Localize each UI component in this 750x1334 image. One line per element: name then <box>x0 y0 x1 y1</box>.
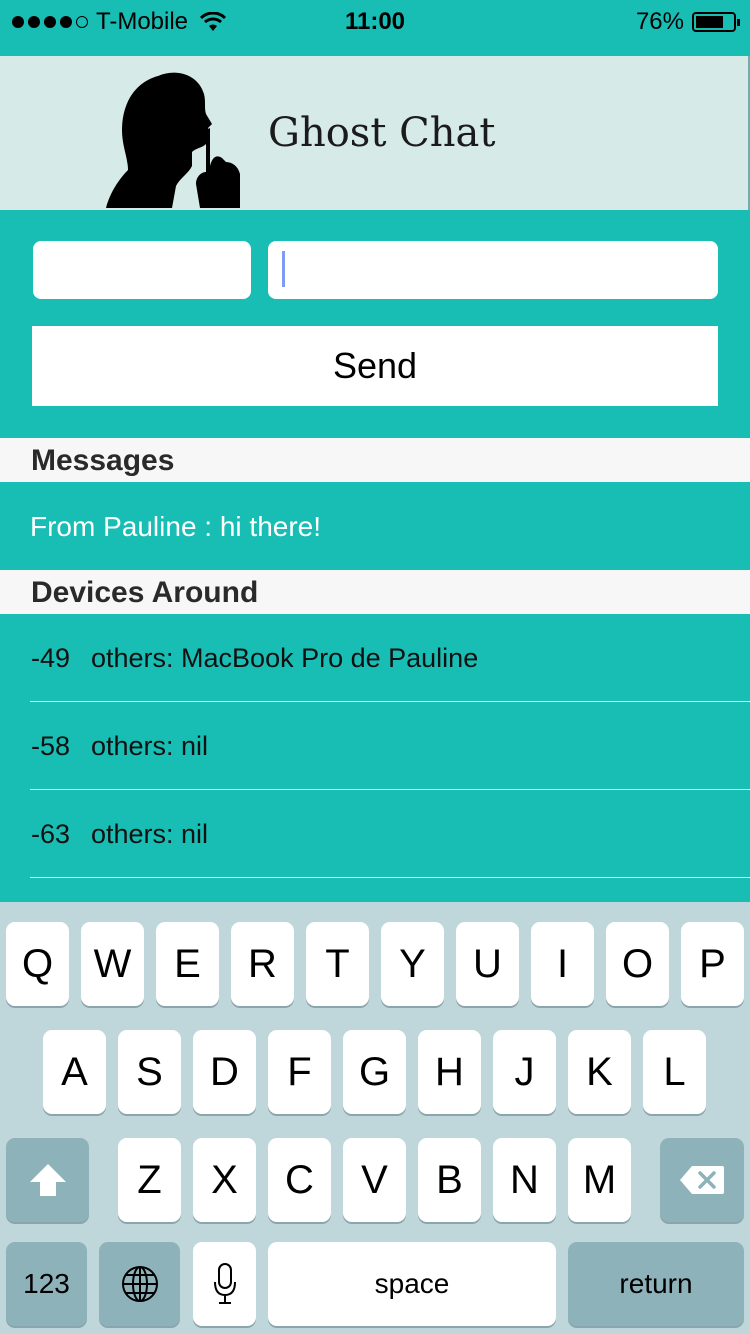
microphone-icon <box>213 1263 236 1304</box>
key-g[interactable]: G <box>343 1030 406 1114</box>
key-z[interactable]: Z <box>118 1138 181 1222</box>
silhouette-logo-icon <box>106 72 240 208</box>
key-k[interactable]: K <box>568 1030 631 1114</box>
globe-icon <box>121 1266 158 1302</box>
battery-info: 76% <box>635 8 740 36</box>
battery-percent: 76% <box>635 8 684 35</box>
delete-icon <box>680 1166 724 1194</box>
key-p[interactable]: P <box>681 922 744 1006</box>
key-j[interactable]: J <box>493 1030 556 1114</box>
key-h[interactable]: H <box>418 1030 481 1114</box>
globe-key[interactable] <box>99 1242 180 1326</box>
key-w[interactable]: W <box>81 922 144 1006</box>
key-x[interactable]: X <box>193 1138 256 1222</box>
message-item[interactable]: From Pauline : hi there! <box>0 482 750 570</box>
keyboard: Q W E R T Y U I O P A S D F G H J K L Z … <box>0 902 750 1334</box>
numbers-key-label: 123 <box>23 1268 70 1299</box>
row-divider <box>30 877 750 878</box>
key-c[interactable]: C <box>268 1138 331 1222</box>
devices-section-header: Devices Around <box>0 570 750 614</box>
shift-icon <box>29 1164 66 1196</box>
device-row[interactable]: -49 others: MacBook Pro de Pauline <box>0 614 750 702</box>
key-e[interactable]: E <box>156 922 219 1006</box>
device-rssi: -58 <box>31 731 71 761</box>
key-v[interactable]: V <box>343 1138 406 1222</box>
app-header: Ghost Chat <box>0 56 750 210</box>
text-caret <box>282 251 285 287</box>
key-m[interactable]: M <box>568 1138 631 1222</box>
key-s[interactable]: S <box>118 1030 181 1114</box>
key-y[interactable]: Y <box>381 922 444 1006</box>
key-q[interactable]: Q <box>6 922 69 1006</box>
key-i[interactable]: I <box>531 922 594 1006</box>
device-label: others: MacBook Pro de Pauline <box>91 643 479 673</box>
app-title: Ghost Chat <box>268 110 496 156</box>
key-a[interactable]: A <box>43 1030 106 1114</box>
key-l[interactable]: L <box>643 1030 706 1114</box>
status-bar: T-Mobile 11:00 76% <box>0 0 750 56</box>
device-rssi: -49 <box>31 643 71 673</box>
device-label: others: nil <box>91 731 209 761</box>
dictation-key[interactable] <box>193 1242 256 1326</box>
device-label: others: nil <box>91 819 209 849</box>
key-d[interactable]: D <box>193 1030 256 1114</box>
numbers-key[interactable]: 123 <box>6 1242 87 1326</box>
key-n[interactable]: N <box>493 1138 556 1222</box>
messages-section-header: Messages <box>0 438 750 482</box>
key-o[interactable]: O <box>606 922 669 1006</box>
battery-icon <box>692 12 740 32</box>
delete-key[interactable] <box>660 1138 744 1222</box>
device-row[interactable]: -63 others: nil <box>0 790 750 878</box>
key-u[interactable]: U <box>456 922 519 1006</box>
return-key[interactable]: return <box>568 1242 744 1326</box>
device-row[interactable]: -58 others: nil <box>0 702 750 790</box>
space-key[interactable]: space <box>268 1242 556 1326</box>
space-key-label: space <box>374 1268 450 1299</box>
key-f[interactable]: F <box>268 1030 331 1114</box>
device-rssi: -63 <box>31 819 71 849</box>
shift-key[interactable] <box>6 1138 89 1222</box>
name-input[interactable] <box>33 241 251 299</box>
key-r[interactable]: R <box>231 922 294 1006</box>
key-t[interactable]: T <box>306 922 369 1006</box>
key-b[interactable]: B <box>418 1138 481 1222</box>
message-input[interactable] <box>268 241 718 299</box>
return-key-label: return <box>619 1268 693 1299</box>
send-button[interactable]: Send <box>32 326 718 406</box>
